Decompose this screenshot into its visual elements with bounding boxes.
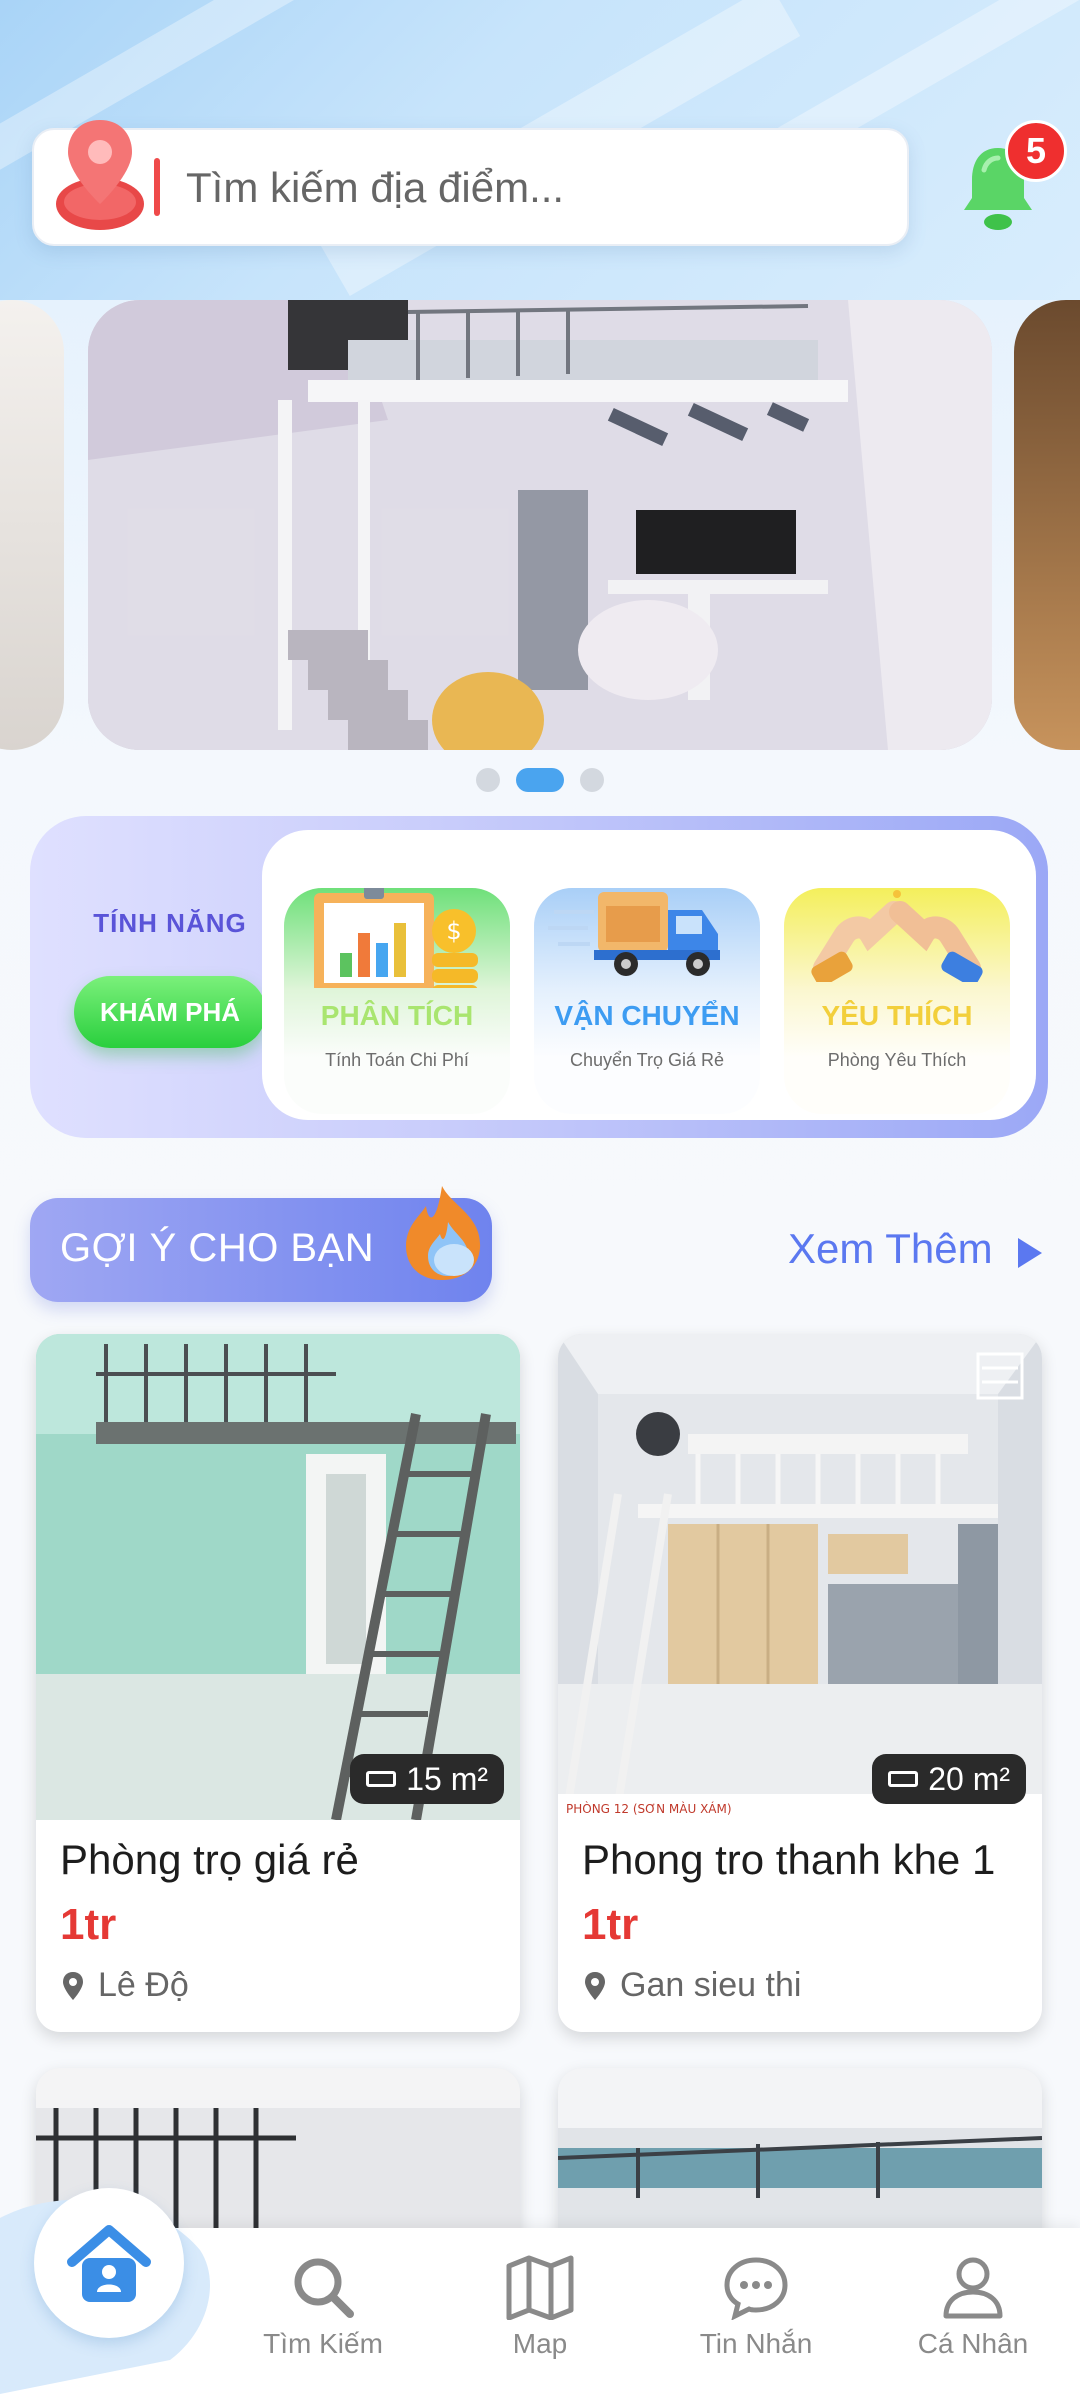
search-icon — [294, 2258, 354, 2318]
nav-map-label: Map — [512, 2328, 568, 2359]
listing-location: Lê Độ — [62, 1966, 189, 2005]
area-value: 15 m² — [406, 1761, 488, 1797]
carousel-slide-current[interactable] — [88, 300, 992, 750]
nav-profile-tab[interactable]: Cá Nhân — [888, 2254, 1058, 2360]
home-icon — [67, 2225, 151, 2302]
suggest-section-header: GỢI Ý CHO BẠN — [30, 1186, 492, 1302]
carousel-dot[interactable] — [580, 768, 605, 792]
nav-messages-label: Tin Nhắn — [699, 2328, 813, 2359]
carousel-indicator — [0, 768, 1080, 792]
feature-title-analysis: PHÂN TÍCH — [320, 1000, 474, 1031]
photo-caption: PHÒNG 12 (SƠN MÀU XÁM) — [566, 1801, 732, 1816]
feature-card-moving[interactable]: VẬN CHUYỂN Chuyển Trọ Giá Rẻ — [534, 888, 760, 1114]
svg-text:$: $ — [446, 917, 461, 945]
feature-subtitle-analysis: Tính Toán Chi Phí — [325, 1050, 469, 1070]
ruler-icon — [888, 1771, 919, 1787]
nav-search-tab[interactable]: Tìm Kiếm — [238, 2254, 408, 2360]
search-bar[interactable] — [32, 120, 909, 246]
chart-board-icon: $ — [314, 888, 478, 988]
feature-title-favorite: YÊU THÍCH — [821, 1000, 973, 1031]
carousel-dot-active[interactable] — [516, 768, 564, 792]
carousel-slide-prev[interactable] — [0, 300, 64, 750]
listing-photo — [36, 1334, 520, 1820]
listing-name: Phong tro thanh khe 1 — [582, 1836, 996, 1883]
carousel-slide-next[interactable] — [1014, 300, 1080, 750]
feature-subtitle-favorite: Phòng Yêu Thích — [827, 1050, 967, 1070]
features-card-list: $ PHÂN TÍCH Tính Toán Chi Phí VẬN CHUYỂN… — [262, 830, 1036, 1120]
features-panel: TÍNH NĂNG KHÁM PHÁ $ PHÂN TÍCH Tính Toán… — [30, 816, 1048, 1138]
delivery-truck-icon — [548, 892, 720, 976]
features-label: TÍNH NĂNG — [93, 908, 247, 938]
nav-messages-tab[interactable]: Tin Nhắn — [671, 2254, 841, 2360]
listing-price: 1tr — [60, 1900, 117, 1949]
search-input[interactable] — [184, 152, 868, 224]
chat-bubble-icon — [724, 2257, 788, 2320]
play-arrow-icon[interactable] — [1018, 1238, 1042, 1268]
nav-map-tab[interactable]: Map — [455, 2254, 625, 2360]
listing-location-text: Lê Độ — [98, 1966, 189, 2004]
ruler-icon — [366, 1771, 397, 1787]
listing-card[interactable]: PHÒNG 12 (SƠN MÀU XÁM) 20 m² Phong tro t… — [558, 1334, 1042, 2032]
map-icon — [506, 2255, 574, 2320]
room-banner-image — [88, 300, 992, 750]
listing-location: Gan sieu thi — [584, 1966, 801, 2005]
feature-subtitle-moving: Chuyển Trọ Giá Rẻ — [569, 1050, 725, 1070]
nav-search-label: Tìm Kiếm — [263, 2328, 383, 2359]
location-pin-icon — [63, 1971, 83, 2000]
search-cursor-bar — [154, 158, 160, 216]
user-icon — [943, 2257, 1003, 2319]
home-tab[interactable] — [34, 2188, 184, 2338]
feature-card-analysis[interactable]: $ PHÂN TÍCH Tính Toán Chi Phí — [284, 888, 510, 1114]
carousel-dot[interactable] — [475, 768, 500, 792]
suggest-title: GỢI Ý CHO BẠN — [60, 1226, 375, 1270]
area-badge: 20 m² — [872, 1754, 1026, 1804]
listing-name: Phòng trọ giá rẻ — [60, 1836, 359, 1883]
see-more-link[interactable]: Xem Thêm — [788, 1225, 993, 1273]
pinky-promise-icon — [811, 890, 983, 982]
notification-badge: 5 — [1005, 120, 1067, 182]
explore-button[interactable]: KHÁM PHÁ — [74, 976, 266, 1048]
feature-title-moving: VẬN CHUYỂN — [554, 1000, 740, 1031]
nav-profile-label: Cá Nhân — [917, 2328, 1029, 2359]
fire-icon — [406, 1186, 481, 1280]
listing-price: 1tr — [582, 1900, 639, 1949]
listing-photo: PHÒNG 12 (SƠN MÀU XÁM) — [558, 1334, 1042, 1820]
location-pin-icon — [585, 1971, 605, 2000]
area-badge: 15 m² — [350, 1754, 504, 1804]
location-pin-icon — [56, 120, 144, 230]
listing-location-text: Gan sieu thi — [620, 1966, 802, 2004]
feature-card-favorite[interactable]: YÊU THÍCH Phòng Yêu Thích — [784, 888, 1010, 1114]
area-value: 20 m² — [928, 1761, 1010, 1797]
listing-card[interactable]: 15 m² Phòng trọ giá rẻ 1tr Lê Độ — [36, 1334, 520, 2032]
